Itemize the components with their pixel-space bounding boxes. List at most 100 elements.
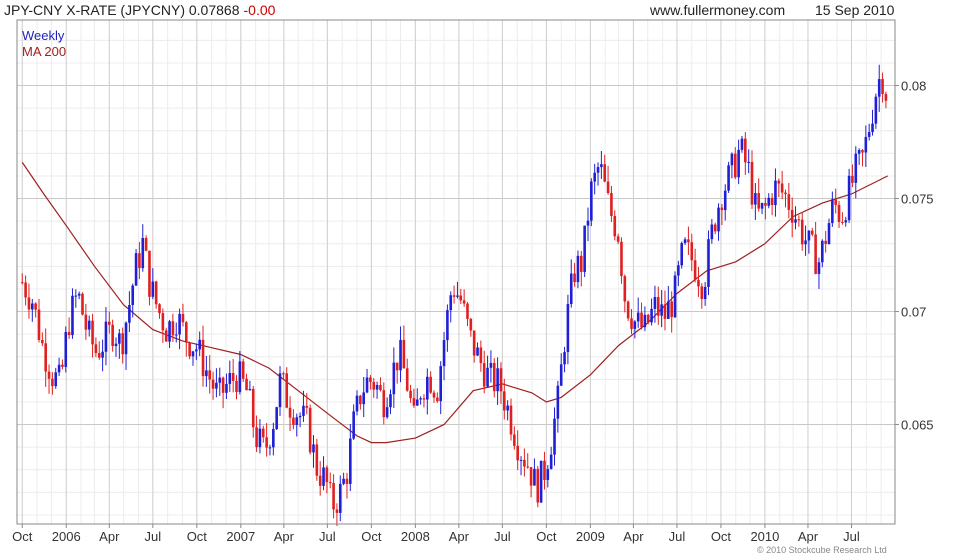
candle-up <box>546 469 550 480</box>
candle-down <box>452 295 456 297</box>
candle-up <box>128 304 131 323</box>
candle-up <box>827 223 831 244</box>
candle-up <box>636 312 640 322</box>
candle-down <box>797 219 801 221</box>
candle-down <box>144 237 148 251</box>
candle-up <box>87 320 91 330</box>
candle-down <box>235 380 238 392</box>
candle-up <box>506 405 509 411</box>
candle-down <box>51 378 54 387</box>
candle-up <box>871 123 874 133</box>
candle-down <box>613 215 617 237</box>
candle-up <box>707 239 710 287</box>
candle-up <box>168 321 171 342</box>
candle-down <box>292 417 295 425</box>
candle-down <box>181 313 185 323</box>
candle-down <box>469 318 473 331</box>
candle-up <box>754 193 757 205</box>
candle-up <box>596 167 600 173</box>
candle-down <box>573 273 576 283</box>
candle-up <box>205 370 208 377</box>
candle-up <box>228 373 232 384</box>
candle-down <box>744 138 747 163</box>
candle-up <box>653 297 657 309</box>
candle-up <box>442 340 446 367</box>
candle-down <box>472 330 476 356</box>
candle-down <box>409 390 412 399</box>
x-tick-label: Oct <box>361 529 382 544</box>
candle-down <box>881 79 884 94</box>
candle-up <box>683 239 687 244</box>
candle-up <box>114 343 118 346</box>
candle-up <box>134 253 138 286</box>
candle-down <box>663 304 667 319</box>
x-tick-label: 2010 <box>750 529 779 544</box>
x-tick-label: Jul <box>494 529 511 544</box>
candle-down <box>251 388 255 428</box>
candle-up <box>476 347 479 356</box>
candle-down <box>787 194 791 210</box>
candle-down <box>332 483 335 510</box>
candle-down <box>536 468 540 503</box>
x-tick-label: 2009 <box>576 529 605 544</box>
candle-up <box>533 468 536 486</box>
candle-down <box>626 301 630 319</box>
candle-up <box>362 392 366 405</box>
candle-down <box>34 303 37 310</box>
x-tick-label: Jul <box>319 529 336 544</box>
copyright-text: © 2010 Stockcube Research Ltd <box>757 545 887 555</box>
candle-down <box>529 467 533 486</box>
candle-down <box>837 204 841 222</box>
candle-up <box>747 161 750 163</box>
candle-down <box>288 407 292 418</box>
candle-down <box>810 230 814 235</box>
candle-up <box>864 136 868 153</box>
candle-down <box>20 282 24 284</box>
candle-down <box>610 192 613 216</box>
candle-up <box>486 367 489 387</box>
candle-up <box>439 366 442 402</box>
candle-down <box>412 398 416 406</box>
candle-up <box>389 394 392 408</box>
candle-up <box>101 351 104 358</box>
candle-up <box>489 362 493 368</box>
candle-down <box>84 314 88 330</box>
candle-up <box>650 308 653 323</box>
candle-up <box>74 295 78 297</box>
candle-down <box>94 344 98 354</box>
candle-up <box>590 181 593 221</box>
x-tick-label: Apr <box>623 529 644 544</box>
candle-down <box>516 445 519 461</box>
candle-up <box>569 273 573 304</box>
candle-down <box>700 286 704 300</box>
candle-up <box>844 220 848 223</box>
candle-up <box>767 197 771 206</box>
candle-up <box>553 418 556 455</box>
candle-up <box>419 398 422 400</box>
x-tick-label: Apr <box>798 529 819 544</box>
candle-down <box>328 482 332 484</box>
x-tick-label: 2006 <box>52 529 81 544</box>
candle-up <box>593 172 596 182</box>
candle-down <box>335 509 339 513</box>
candle-down <box>646 314 650 323</box>
candle-up <box>456 295 459 297</box>
x-tick-label: Oct <box>12 529 33 544</box>
candle-down <box>851 175 854 183</box>
y-tick-label: 0.065 <box>901 418 934 433</box>
candle-up <box>737 149 740 178</box>
candle-down <box>121 333 124 355</box>
candle-down <box>44 343 47 372</box>
candle-up <box>258 428 262 448</box>
x-tick-label: Apr <box>99 529 120 544</box>
candle-down <box>372 381 376 390</box>
candle-up <box>539 460 543 503</box>
candle-down <box>359 395 362 405</box>
candle-down <box>764 203 767 206</box>
candle-down <box>790 209 794 223</box>
candle-up <box>804 240 807 245</box>
candle-down <box>482 363 486 387</box>
candle-up <box>449 295 453 311</box>
candle-up <box>857 150 861 154</box>
candle-down <box>750 161 754 205</box>
